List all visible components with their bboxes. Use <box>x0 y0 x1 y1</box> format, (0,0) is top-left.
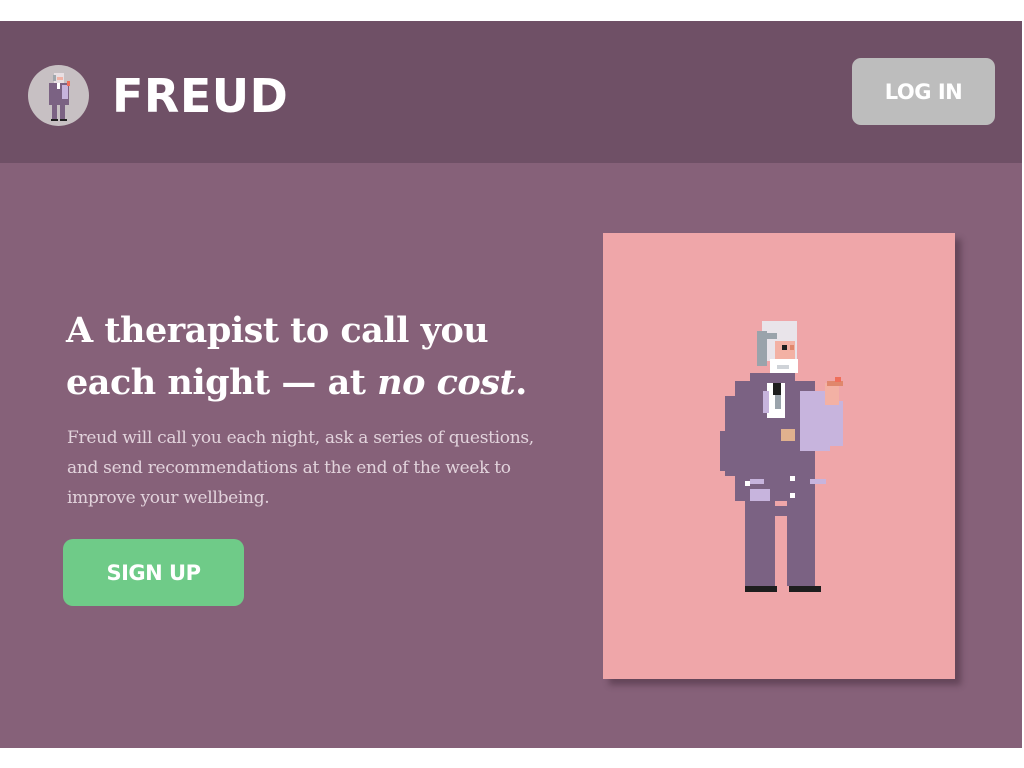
brand-name[interactable]: FREUD <box>112 66 288 126</box>
hero-headline: A therapist to call you each night — at … <box>66 305 586 409</box>
signup-button[interactable]: SIGN UP <box>63 539 244 606</box>
hero-description: Freud will call you each night, ask a se… <box>67 428 534 508</box>
login-button[interactable]: LOG IN <box>852 58 995 125</box>
headline-period: . <box>515 362 527 403</box>
page: FREUD LOG IN A therapist to call you eac… <box>0 21 1022 748</box>
headline-emphasis: no cost <box>377 362 516 403</box>
freud-pixel-illustration <box>720 321 843 592</box>
illustration-card <box>603 233 955 679</box>
freud-avatar-icon[interactable] <box>28 65 89 126</box>
top-header: FREUD LOG IN <box>0 21 1022 163</box>
